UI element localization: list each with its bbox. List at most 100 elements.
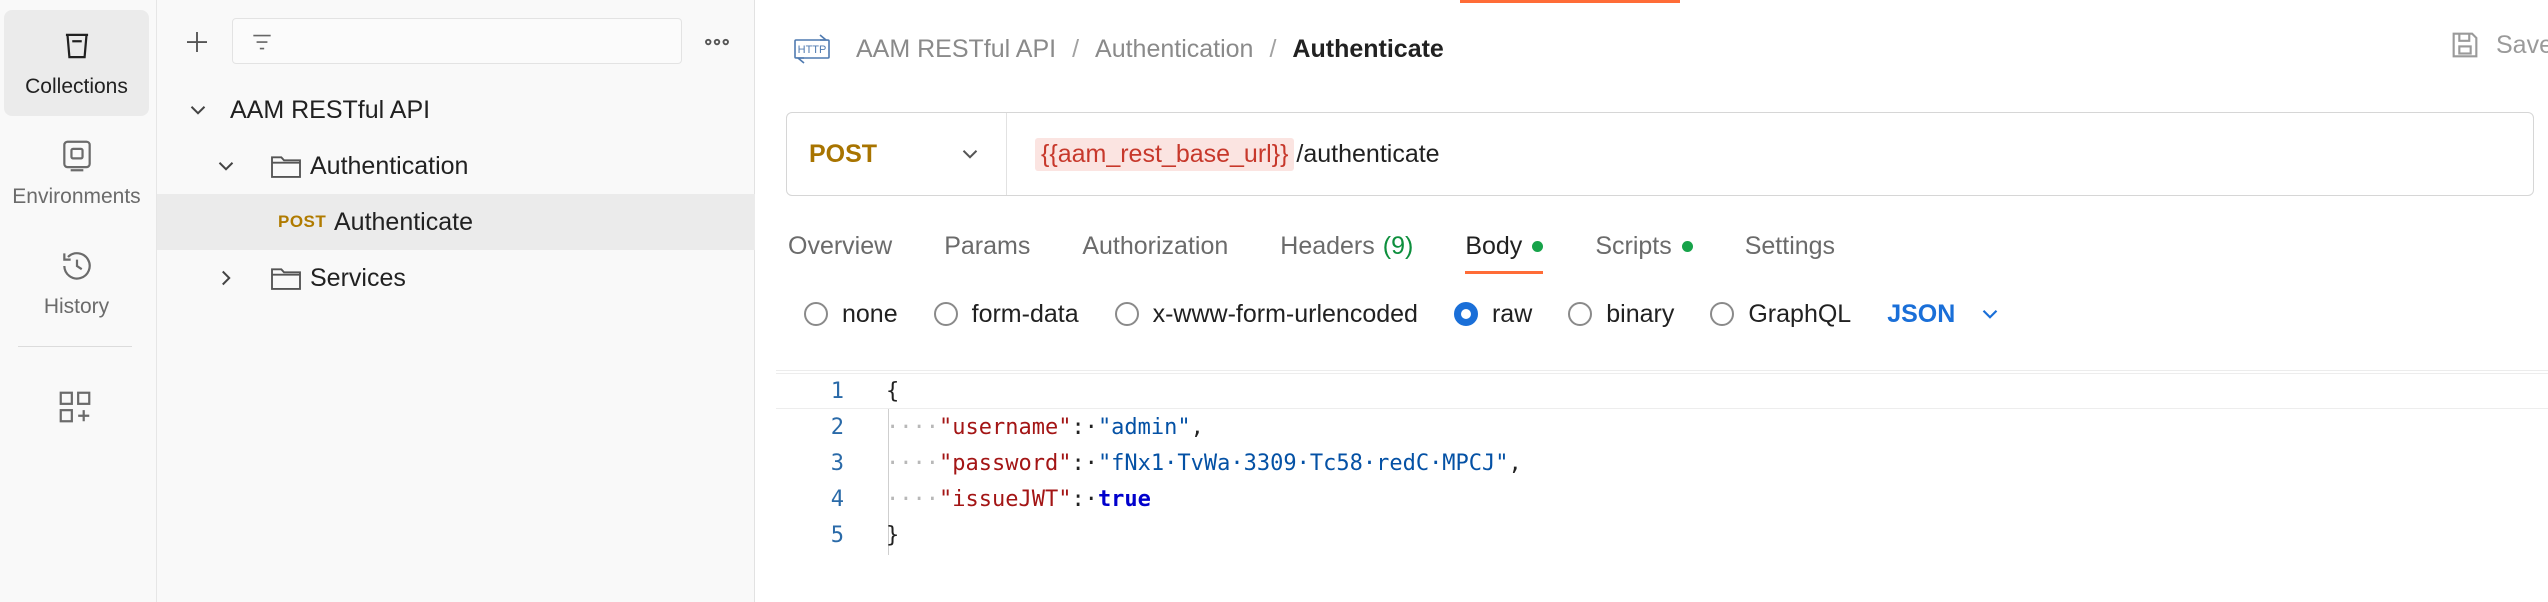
radio-circle <box>1568 302 1593 326</box>
rail-item-label: Collections <box>25 75 128 98</box>
chevron-down-icon[interactable] <box>213 153 239 179</box>
tab-scripts[interactable]: Scripts <box>1595 218 1693 274</box>
tree-item-folder-services[interactable]: Services <box>157 250 755 306</box>
tab-label: Body <box>1465 231 1523 260</box>
body-mode-options: none form-data x-www-form-urlencoded raw… <box>804 292 2003 336</box>
json-key: "username" <box>938 414 1072 440</box>
request-editor: HTTP AAM RESTful API / Authentication / … <box>756 0 2548 602</box>
tree-item-request-authenticate[interactable]: POST Authenticate <box>157 194 755 250</box>
rail-item-environments[interactable]: Environments <box>4 120 149 226</box>
rail-item-label: History <box>43 295 110 318</box>
radio-circle <box>933 302 958 326</box>
code-editor[interactable]: 1 { 2 ····"username":·"admin", 3 ····"pa… <box>776 370 2548 602</box>
code-line: 4 ····"issueJWT":·true <box>776 481 2548 517</box>
tree-item-label: Authenticate <box>334 207 473 236</box>
chevron-down-icon <box>962 150 978 159</box>
add-workspace-grid-icon[interactable] <box>56 388 94 426</box>
breadcrumb-item[interactable]: Authentication <box>1095 35 1253 64</box>
whitespace: ···· <box>886 450 939 476</box>
headers-count-badge: (9) <box>1382 231 1414 260</box>
chevron-down-icon <box>1983 309 1998 319</box>
url-input[interactable]: {{aam_rest_base_url}} /authenticate <box>1035 135 1440 173</box>
breadcrumb-separator: / <box>1269 34 1277 63</box>
status-dot <box>1681 240 1693 252</box>
line-number: 1 <box>830 378 844 404</box>
brace: } <box>886 522 900 548</box>
folder-icon <box>271 268 301 290</box>
tab-label: Scripts <box>1595 231 1672 260</box>
tab-label: Authorization <box>1082 231 1229 260</box>
code-text: ····"password":·"fNx1·TvWa·3309·Tc58·red… <box>886 451 1522 476</box>
http-request-icon: HTTP <box>794 34 830 64</box>
tree-item-label: Authentication <box>310 151 469 180</box>
tab-label: Settings <box>1744 231 1836 260</box>
json-key: "issueJWT" <box>938 486 1072 512</box>
status-dot <box>1532 240 1544 252</box>
radio-raw[interactable]: raw <box>1453 299 1533 329</box>
chevron-down-icon[interactable] <box>185 97 211 123</box>
tab-authorization[interactable]: Authorization <box>1082 218 1228 274</box>
line-number: 5 <box>830 522 844 548</box>
radio-label: raw <box>1491 299 1533 328</box>
json-value: true <box>1097 486 1151 512</box>
more-horizontal-icon <box>705 38 729 46</box>
radio-label: binary <box>1606 299 1675 328</box>
request-method-tag: POST <box>278 212 327 231</box>
body-language-select[interactable]: JSON <box>1887 300 2003 329</box>
tree-item-label: Services <box>310 263 406 292</box>
request-tabs: Overview Params Authorization Headers (9)… <box>788 218 1887 278</box>
tree-item-collection[interactable]: AAM RESTful API <box>157 82 755 138</box>
method-value: POST <box>809 139 878 168</box>
breadcrumb-item[interactable]: AAM RESTful API <box>856 35 1056 64</box>
json-colon: :· <box>1071 414 1098 440</box>
environments-icon <box>62 140 91 172</box>
json-value: "admin" <box>1097 414 1191 440</box>
radio-label: GraphQL <box>1748 299 1852 328</box>
url-variable[interactable]: {{aam_rest_base_url}} <box>1035 137 1295 171</box>
code-line: 5 } <box>776 517 2548 553</box>
save-label: Save <box>2496 30 2548 59</box>
history-icon <box>62 252 91 280</box>
tab-params[interactable]: Params <box>944 218 1030 274</box>
line-number: 3 <box>830 450 844 476</box>
radio-binary[interactable]: binary <box>1568 300 1674 329</box>
tab-body[interactable]: Body <box>1465 218 1544 274</box>
radio-circle <box>1114 302 1139 326</box>
radio-form-data[interactable]: form-data <box>933 300 1079 329</box>
json-comma: , <box>1508 450 1522 476</box>
rail-item-label: Environments <box>12 185 141 208</box>
radio-graphql[interactable]: GraphQL <box>1710 300 1851 329</box>
save-button[interactable]: Save <box>2448 28 2548 62</box>
code-text: } <box>886 523 899 548</box>
rail-item-history[interactable]: History <box>4 230 149 336</box>
sidebar-toolbar <box>157 0 755 82</box>
url-bar: POST {{aam_rest_base_url}} /authenticate <box>786 112 2534 196</box>
tab-label: Params <box>944 231 1031 260</box>
radio-circle <box>1710 302 1735 326</box>
code-line: 3 ····"password":·"fNx1·TvWa·3309·Tc58·r… <box>776 445 2548 481</box>
request-title[interactable]: Authenticate <box>1292 35 1443 64</box>
tab-overview[interactable]: Overview <box>788 218 892 274</box>
json-key: "password" <box>938 450 1072 476</box>
code-text: { <box>886 379 899 404</box>
radio-circle <box>1453 302 1478 326</box>
chevron-right-icon[interactable] <box>213 265 239 291</box>
breadcrumb-separator: / <box>1072 34 1080 63</box>
more-options-button[interactable] <box>697 22 737 62</box>
collections-sidebar: AAM RESTful API Authentication POST Auth… <box>157 0 755 602</box>
whitespace: ···· <box>886 414 939 440</box>
filter-input[interactable] <box>232 18 682 64</box>
plus-icon <box>187 32 207 52</box>
radio-x-www-form-urlencoded[interactable]: x-www-form-urlencoded <box>1114 300 1418 329</box>
method-select[interactable]: POST <box>787 113 1007 195</box>
save-icon <box>2452 32 2478 58</box>
radio-label: none <box>842 299 898 328</box>
tree-item-folder-authentication[interactable]: Authentication <box>157 138 755 194</box>
radio-none[interactable]: none <box>804 300 898 329</box>
rail-item-collections[interactable]: Collections <box>4 10 149 116</box>
tab-settings[interactable]: Settings <box>1745 218 1835 274</box>
tab-headers[interactable]: Headers (9) <box>1280 218 1413 274</box>
new-collection-button[interactable] <box>177 22 217 62</box>
line-number: 4 <box>830 486 844 512</box>
language-value: JSON <box>1887 299 1956 328</box>
